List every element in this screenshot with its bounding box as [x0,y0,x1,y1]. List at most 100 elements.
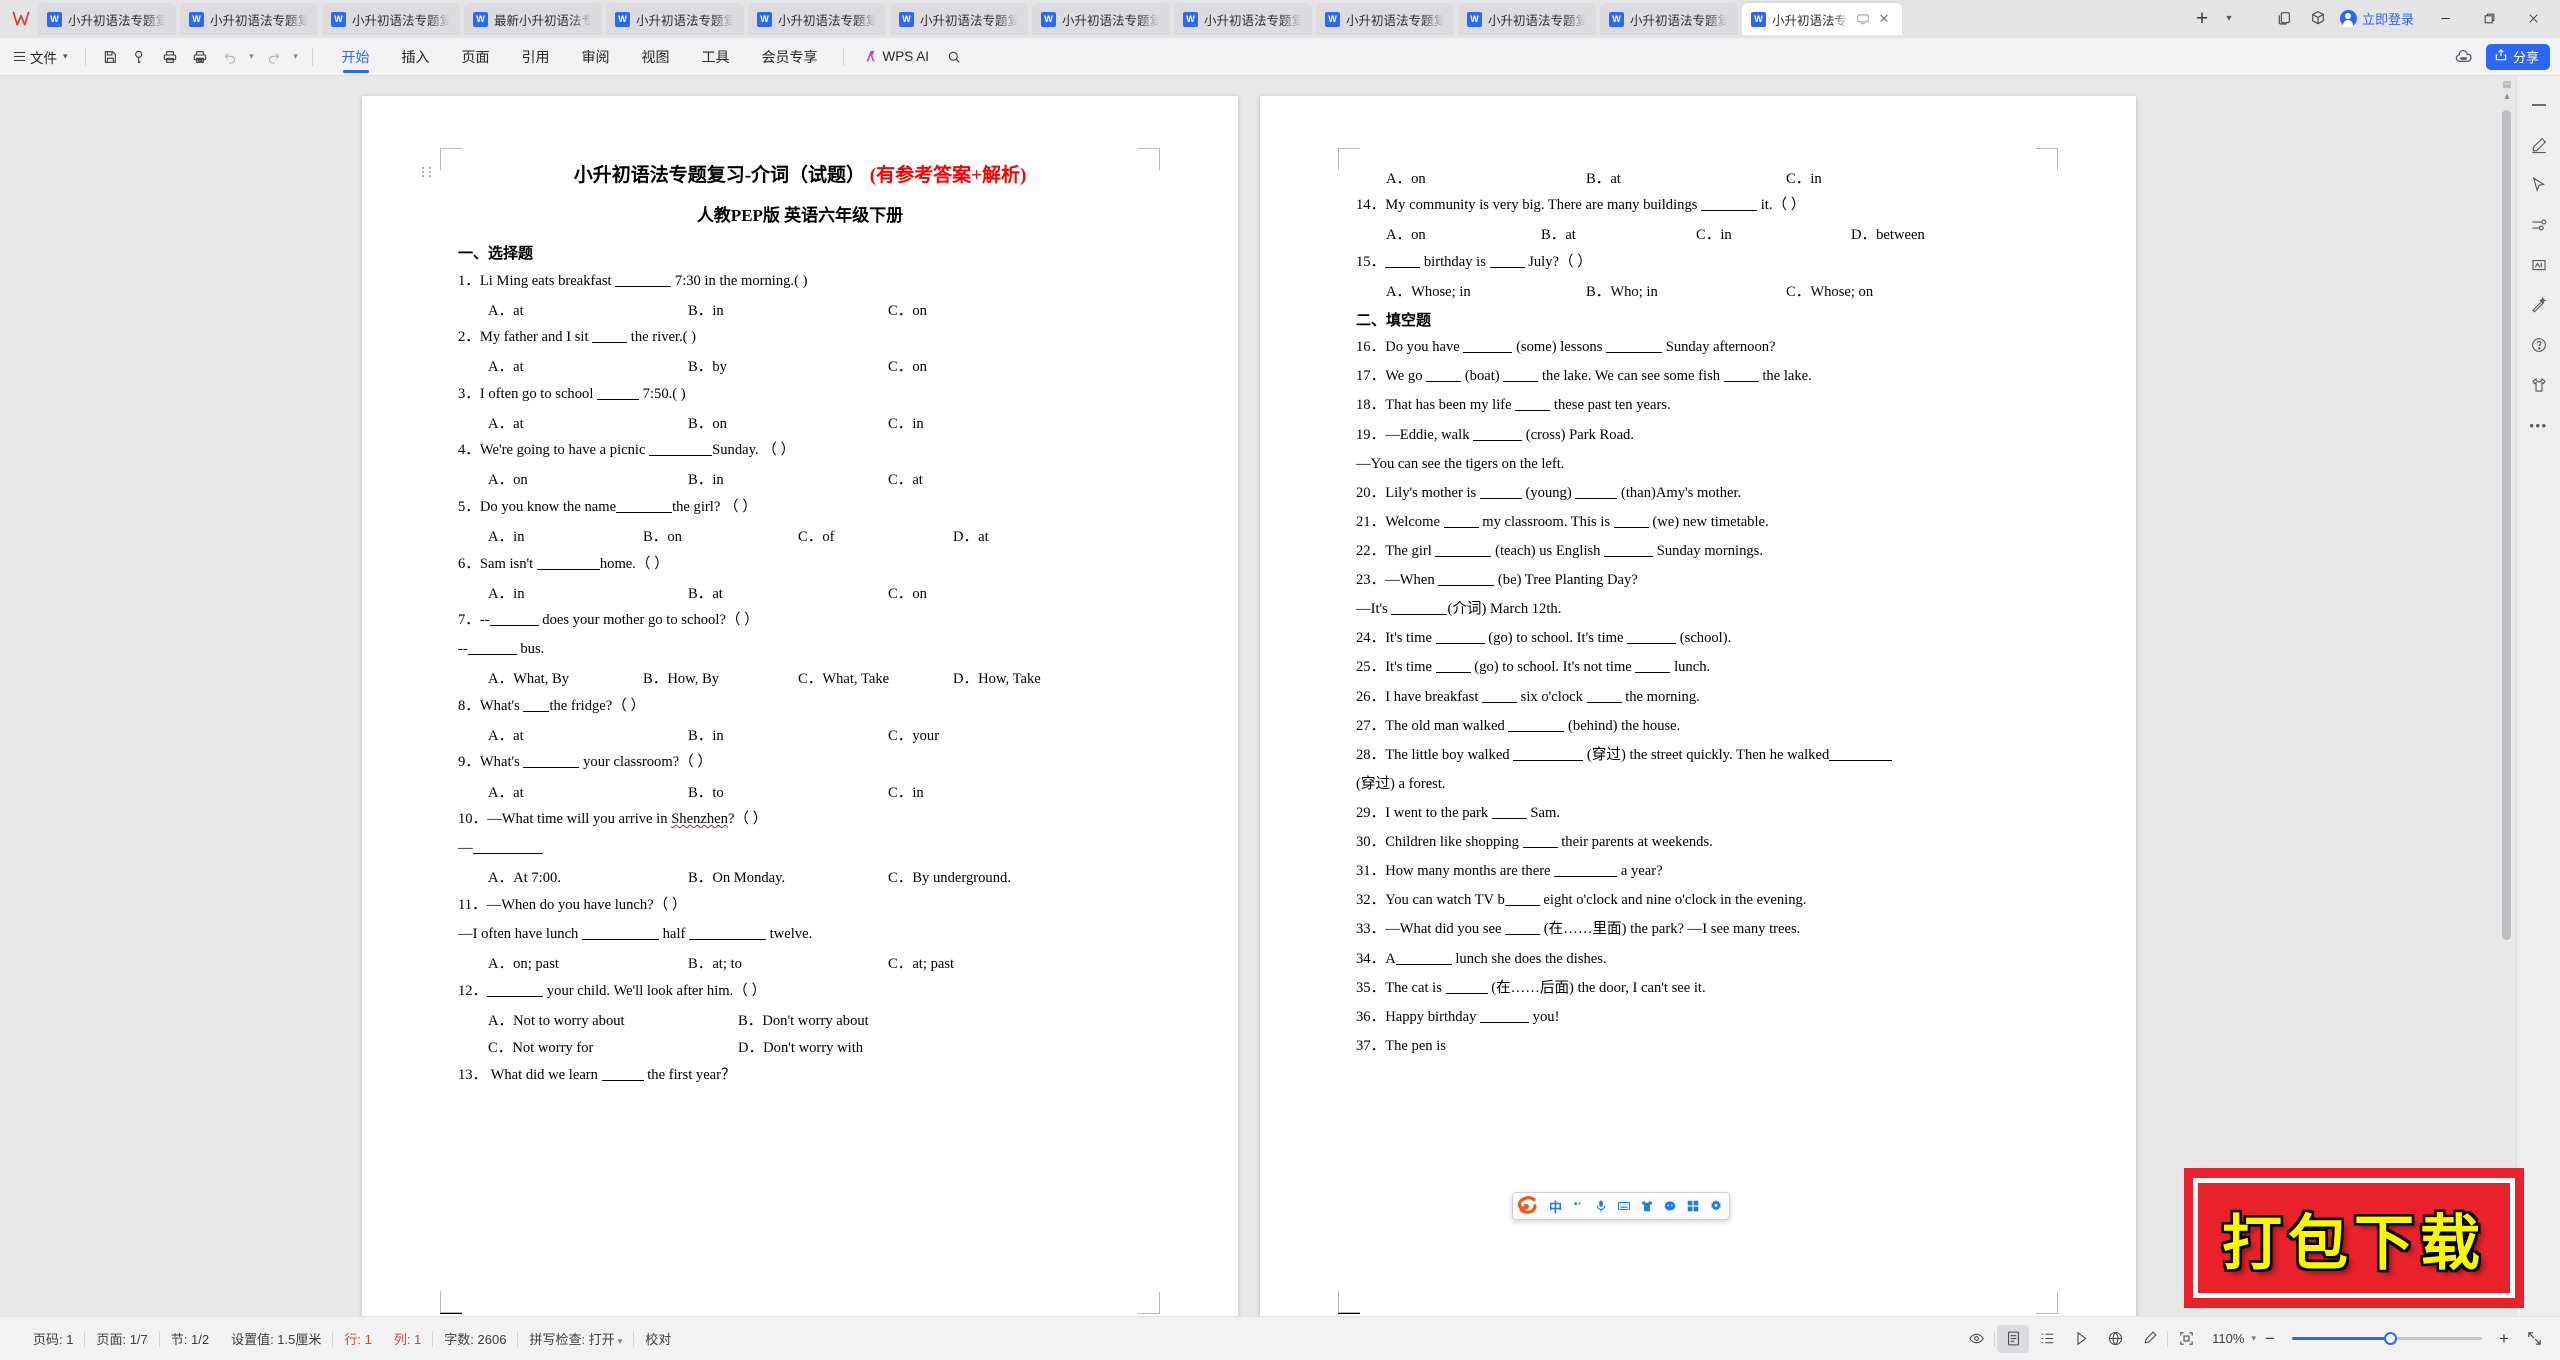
setting-value-status[interactable]: 设置值: 1.5厘米 [220,1329,332,1348]
more-icon[interactable]: ••• [2522,406,2556,444]
paragraph-drag-handle[interactable] [422,165,433,179]
section-status[interactable]: 节: 1/2 [160,1329,220,1348]
sogou-ime-icon[interactable] [1515,1194,1539,1218]
row-status[interactable]: 行: 1 [333,1329,382,1348]
page-1-content[interactable]: 1．Li Ming eats breakfast 7:30 in the mor… [458,270,1142,1087]
slider-knob[interactable] [2384,1332,2397,1345]
smart-edit-icon[interactable] [2522,246,2556,284]
ribbon-tab-插入[interactable]: 插入 [386,39,446,75]
pages-area[interactable]: 小升初语法专题复习-介词（试题） (有参考答案+解析) 人教PEP版 英语六年级… [0,76,2498,1316]
ribbon-tab-引用[interactable]: 引用 [506,39,566,75]
document-tab[interactable]: W 小升初语法专题复习 [1600,3,1738,35]
reading-view-icon[interactable] [2065,1325,2097,1353]
cloud-sync-icon[interactable] [125,43,155,71]
maximize-restore-button[interactable] [2468,2,2510,34]
document-tab[interactable]: W 最新小升初语法专题复习 [464,3,602,35]
document-page-2[interactable]: A．on B．at C．in 14．My community is very big.… [1260,96,2136,1316]
document-tab[interactable]: W 小升初语法专题复习 [1316,3,1454,35]
fullscreen-icon[interactable] [2518,1325,2550,1353]
scrollbar-track[interactable] [2502,110,2511,1306]
ime-mode-label[interactable]: 中 [1549,1197,1562,1216]
help-icon[interactable] [2522,326,2556,364]
select-cursor-icon[interactable] [2522,166,2556,204]
ribbon-tab-页面[interactable]: 页面 [446,39,506,75]
ribbon-tab-开始[interactable]: 开始 [326,39,386,75]
document-tab[interactable]: W 小升初语法专题复习 [890,3,1028,35]
right-tool-rail[interactable]: ••• [2516,76,2560,1316]
copy-icon[interactable] [2268,3,2300,33]
save-icon[interactable] [95,43,125,71]
zoom-out-button[interactable]: − [2258,1330,2282,1347]
spellcheck-status[interactable]: 拼写检查: 打开 ▾ [518,1329,633,1348]
close-icon[interactable]: ✕ [1876,11,1892,27]
document-tab[interactable]: W 小升初语法专 ✕ [1742,3,1902,35]
document-tab[interactable]: W 小升初语法专题复习 [38,3,176,35]
document-tab[interactable]: W 小升初语法专题复习 [748,3,886,35]
ime-settings-icon[interactable] [1709,1199,1723,1213]
scroll-up-arrow-icon[interactable]: ▲ [2503,92,2512,101]
emoji-icon[interactable] [1663,1199,1677,1213]
toolbox-icon[interactable] [1686,1199,1700,1213]
document-tab[interactable]: W 小升初语法专题复习 [180,3,318,35]
more-cloud-icon[interactable] [2450,44,2478,70]
brush-view-icon[interactable] [2133,1325,2165,1353]
outline-view-icon[interactable] [2031,1325,2063,1353]
document-tab[interactable]: W 小升初语法专题复习 [1032,3,1170,35]
adjust-sliders-icon[interactable] [2522,206,2556,244]
magic-tools-icon[interactable] [2522,286,2556,324]
print-icon[interactable] [155,43,185,71]
document-tab[interactable]: W 小升初语法专题复习 [1174,3,1312,35]
soft-keyboard-icon[interactable] [1617,1199,1631,1213]
focus-mode-icon[interactable] [2170,1325,2202,1353]
eye-preview-icon[interactable] [1960,1325,1992,1353]
ribbon-tab-工具[interactable]: 工具 [686,39,746,75]
redo-icon[interactable] [259,43,289,71]
package-download-watermark[interactable]: 打包下载 [2184,1168,2524,1308]
new-tab-button[interactable]: + [2186,3,2218,33]
ime-floating-toolbar[interactable]: 中 [1512,1192,1731,1220]
cube-icon[interactable] [2302,3,2334,33]
web-layout-view-icon[interactable] [2099,1325,2131,1353]
split-view-icon[interactable]: ▤ [2503,80,2512,89]
chevron-down-icon[interactable]: ▾ [2220,3,2238,33]
file-menu-button[interactable]: 文件 ▾ [12,47,76,67]
column-status[interactable]: 列: 1 [383,1329,432,1348]
close-button[interactable] [2512,2,2554,34]
microphone-icon[interactable] [1594,1199,1608,1213]
login-button[interactable]: 立即登录 [2336,3,2422,33]
chevron-down-icon[interactable]: ▾ [2251,1333,2256,1344]
screen-cast-icon[interactable] [1856,12,1870,26]
minimize-button[interactable] [2424,2,2466,34]
undo-dropdown-icon[interactable]: ▾ [245,43,259,71]
ribbon-tab-视图[interactable]: 视图 [626,39,686,75]
redo-dropdown-icon[interactable]: ▾ [289,43,303,71]
undo-icon[interactable] [215,43,245,71]
zoom-level-label[interactable]: 110% [2204,1331,2246,1346]
tab-wps-ai[interactable]: WPS AI [853,49,940,64]
page-of-status[interactable]: 页面: 1/7 [85,1329,158,1348]
document-tab-strip[interactable]: W 小升初语法专题复习 W 小升初语法专题复习 W 小升初语法专题复习 W 最新小升初语法专题… [38,0,2186,38]
ribbon-tab-审阅[interactable]: 审阅 [566,39,626,75]
page-number-status[interactable]: 页码: 1 [22,1329,84,1348]
punctuation-icon[interactable] [1571,1199,1585,1213]
word-count-status[interactable]: 字数: 2606 [433,1329,517,1348]
document-tab[interactable]: W 小升初语法专题复习 [606,3,744,35]
document-page-1[interactable]: 小升初语法专题复习-介词（试题） (有参考答案+解析) 人教PEP版 英语六年级… [362,96,1238,1316]
proofread-button[interactable]: 校对 [634,1329,682,1348]
document-tab[interactable]: W 小升初语法专题复习 [322,3,460,35]
zoom-slider[interactable] [2292,1332,2482,1346]
share-button[interactable]: 分享 [2485,43,2550,70]
ribbon-tab-list[interactable]: 开始 插入 页面 引用 审阅 视图 工具 会员专享 [326,39,834,75]
document-tab[interactable]: W 小升初语法专题复习 [1458,3,1596,35]
collapse-icon[interactable] [2522,86,2556,124]
page-layout-view-icon[interactable] [1997,1324,2030,1353]
print-preview-icon[interactable] [185,43,215,71]
vertical-scrollbar[interactable]: ▤ ▲ [2498,76,2516,1316]
search-icon[interactable] [939,43,969,71]
zoom-in-button[interactable]: + [2492,1330,2516,1347]
skin-icon[interactable] [1640,1199,1654,1213]
page-2-content[interactable]: A．on B．at C．in 14．My community is very big.… [1356,167,2040,1058]
pen-highlight-icon[interactable] [2522,126,2556,164]
ribbon-tab-会员专享[interactable]: 会员专享 [746,39,834,75]
scrollbar-thumb[interactable] [2502,110,2511,940]
